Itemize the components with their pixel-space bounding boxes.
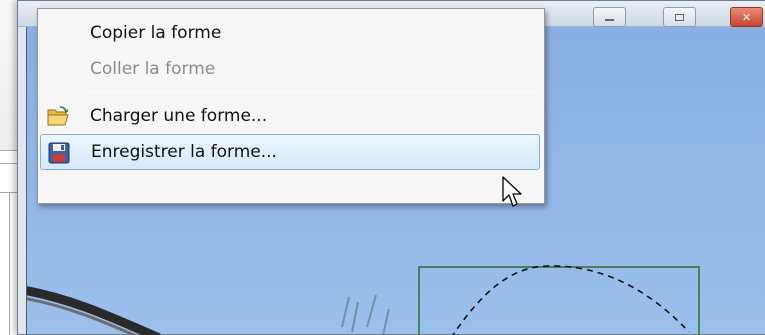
maximize-icon — [675, 13, 684, 21]
background-window-border — [9, 192, 10, 335]
close-button[interactable]: ✕ — [730, 7, 763, 27]
menu-item-label: Enregistrer la forme... — [91, 142, 277, 162]
branch-shape — [27, 286, 162, 335]
dashed-shape-outline[interactable] — [445, 265, 690, 335]
menu-item-load-shape[interactable]: Charger une forme... — [38, 98, 544, 134]
open-folder-icon — [47, 106, 69, 126]
menu-item-paste-shape: Coller la forme — [38, 51, 544, 87]
minimize-button[interactable] — [593, 7, 626, 27]
menu-item-label: Copier la forme — [90, 23, 222, 43]
mouse-pointer-icon — [502, 176, 522, 207]
menu-item-copy-shape[interactable]: Copier la forme — [38, 15, 544, 51]
menu-item-label: Charger une forme... — [90, 106, 268, 126]
close-icon: ✕ — [741, 10, 752, 24]
menu-separator — [86, 92, 540, 93]
maximize-button[interactable] — [663, 7, 696, 27]
screenshot-stage: ✕ Copier la forme Coller la forme Charge… — [0, 0, 765, 335]
grass-strokes — [341, 294, 390, 335]
menu-item-label: Coller la forme — [90, 59, 216, 79]
menu-item-save-shape[interactable]: Enregistrer la forme... — [40, 134, 540, 170]
shape-context-menu: Copier la forme Coller la forme Charger … — [37, 8, 545, 204]
floppy-disk-save-icon — [48, 142, 70, 164]
minimize-icon — [605, 19, 614, 21]
